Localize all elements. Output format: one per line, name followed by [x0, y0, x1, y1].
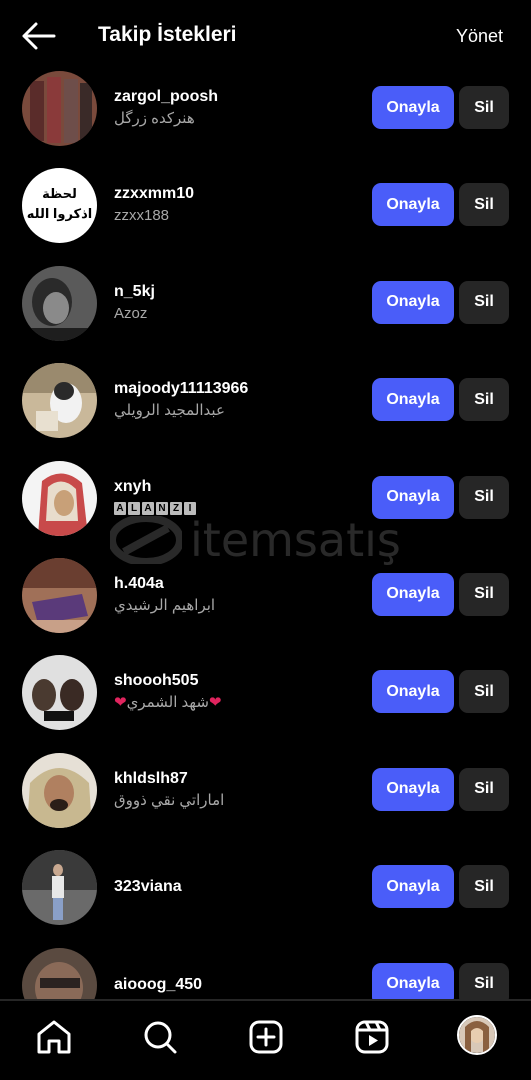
- display-name-letter: A: [142, 501, 154, 515]
- manage-button[interactable]: Yönet: [456, 22, 503, 50]
- back-arrow-icon[interactable]: [20, 20, 56, 52]
- bottom-navigation: [0, 1001, 531, 1080]
- username[interactable]: zzxxmm10: [114, 184, 194, 204]
- username[interactable]: n_5kj: [114, 282, 155, 302]
- confirm-button[interactable]: Onayla: [372, 183, 454, 227]
- confirm-button[interactable]: Onayla: [372, 670, 454, 714]
- username[interactable]: xnyh: [114, 477, 151, 497]
- delete-button[interactable]: Sil: [459, 865, 509, 909]
- username[interactable]: 323viana: [114, 877, 182, 897]
- display-name-letter: A: [114, 501, 126, 515]
- styled-display-name: ALANZI: [114, 501, 196, 515]
- request-row: لحظة اذكروا الله zzxxmm10 zzxx188 Onayla…: [0, 156, 531, 253]
- delete-button[interactable]: Sil: [459, 767, 509, 811]
- display-name-letter: I: [184, 501, 196, 515]
- page-title: Takip İstekleri: [98, 23, 237, 46]
- avatar[interactable]: [22, 460, 97, 536]
- request-row: n_5kj Azoz Onayla Sil: [0, 254, 531, 351]
- request-row: 323viana Onayla Sil: [0, 838, 531, 935]
- confirm-button[interactable]: Onayla: [372, 475, 454, 519]
- avatar[interactable]: [22, 265, 97, 341]
- display-name: اماراتي نقي ذووق: [114, 791, 225, 809]
- avatar-text-line2: اذكروا الله: [26, 206, 93, 222]
- confirm-button[interactable]: Onayla: [372, 280, 454, 324]
- display-name-letter: L: [128, 501, 140, 515]
- username[interactable]: zargol_poosh: [114, 87, 218, 107]
- request-row: h.404a ابراهيم الرشيدي Onayla Sil: [0, 546, 531, 643]
- avatar[interactable]: [22, 655, 97, 731]
- request-row: xnyh ALANZI Onayla Sil: [0, 449, 531, 546]
- avatar[interactable]: [22, 947, 97, 999]
- avatar[interactable]: [22, 752, 97, 828]
- heart-icon: ❤: [114, 694, 127, 712]
- confirm-button[interactable]: Onayla: [372, 767, 454, 811]
- confirm-button[interactable]: Onayla: [372, 378, 454, 422]
- display-name-text: شهد الشمري: [126, 694, 209, 712]
- create-post-icon[interactable]: [246, 1017, 286, 1057]
- reels-icon[interactable]: [352, 1017, 392, 1057]
- display-name: ابراهيم الرشيدي: [114, 596, 216, 614]
- profile-avatar[interactable]: [457, 1015, 497, 1055]
- display-name: zzxx188: [114, 207, 170, 225]
- search-icon[interactable]: [140, 1017, 180, 1057]
- confirm-button[interactable]: Onayla: [372, 962, 454, 999]
- avatar[interactable]: [22, 71, 97, 146]
- username[interactable]: shoooh505: [114, 671, 198, 691]
- delete-button[interactable]: Sil: [459, 378, 509, 422]
- display-name: ALANZI: [114, 500, 196, 515]
- heart-icon: ❤: [208, 694, 222, 712]
- avatar[interactable]: [22, 850, 97, 926]
- request-row: khldslh87 اماراتي نقي ذووق Onayla Sil: [0, 741, 531, 838]
- request-row: shoooh505 ❤شهد الشمري❤ Onayla Sil: [0, 643, 531, 740]
- delete-button[interactable]: Sil: [459, 280, 509, 324]
- username[interactable]: h.404a: [114, 574, 164, 594]
- delete-button[interactable]: Sil: [459, 475, 509, 519]
- avatar[interactable]: لحظة اذكروا الله: [22, 168, 97, 244]
- username[interactable]: majoody11113966: [114, 379, 248, 399]
- display-name: Azoz: [114, 304, 148, 322]
- confirm-button[interactable]: Onayla: [372, 572, 454, 616]
- username[interactable]: khldslh87: [114, 769, 188, 789]
- delete-button[interactable]: Sil: [459, 670, 509, 714]
- delete-button[interactable]: Sil: [459, 572, 509, 616]
- home-icon[interactable]: [34, 1017, 74, 1057]
- avatar[interactable]: [22, 557, 97, 633]
- display-name: هنرکده زرگل: [114, 110, 195, 127]
- request-row: majoody11113966 عبدالمجيد الرويلي Onayla…: [0, 351, 531, 448]
- delete-button[interactable]: Sil: [459, 86, 509, 129]
- delete-button[interactable]: Sil: [459, 183, 509, 227]
- username[interactable]: aiooog_450: [114, 975, 202, 995]
- avatar-text-line1: لحظة: [42, 186, 77, 202]
- display-name-letter: N: [156, 501, 168, 515]
- request-row: aiooog_450 Onayla Sil: [0, 936, 531, 999]
- display-name-letter: Z: [170, 501, 182, 515]
- confirm-button[interactable]: Onayla: [372, 865, 454, 909]
- confirm-button[interactable]: Onayla: [372, 86, 454, 129]
- delete-button[interactable]: Sil: [459, 962, 509, 999]
- request-row: zargol_poosh هنرکده زرگل Onayla Sil: [0, 59, 531, 156]
- avatar[interactable]: [22, 363, 97, 439]
- follow-request-list: zargol_poosh هنرکده زرگل Onayla Sil لحظة…: [0, 59, 531, 999]
- display-name: عبدالمجيد الرويلي: [114, 402, 225, 420]
- display-name: ❤شهد الشمري❤: [114, 693, 222, 713]
